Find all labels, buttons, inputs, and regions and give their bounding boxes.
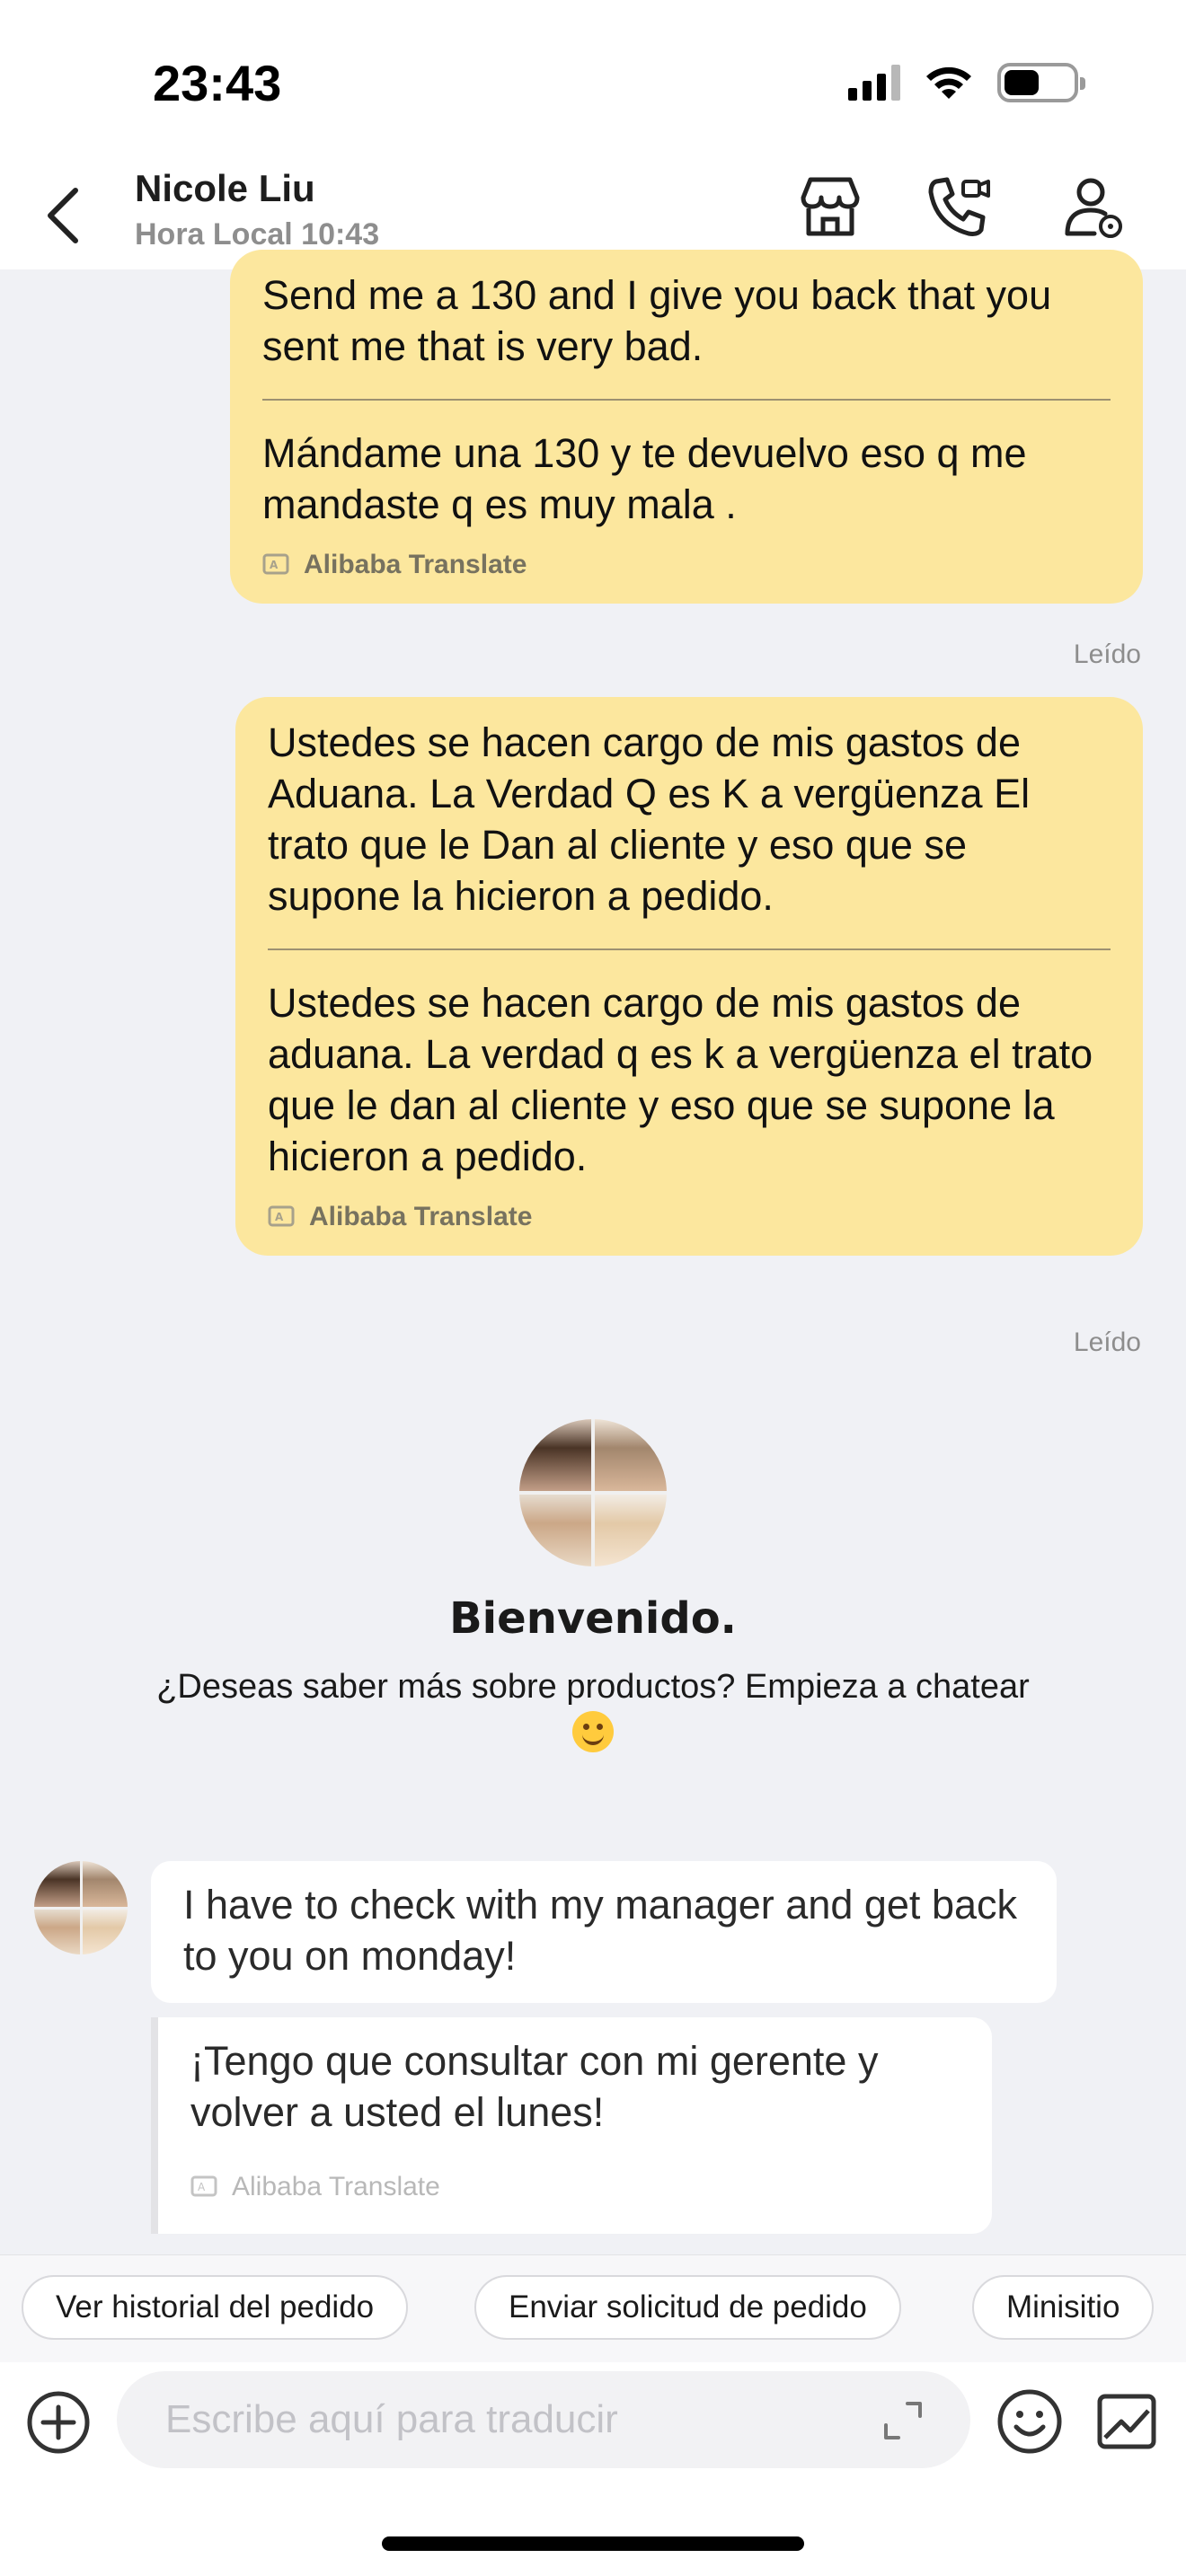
message-input[interactable] (117, 2371, 970, 2468)
wifi-icon (926, 66, 971, 99)
welcome-title: Bienvenido. (449, 1593, 737, 1644)
read-status: Leído (1073, 1328, 1141, 1357)
battery-icon (997, 63, 1085, 102)
view-order-history-button[interactable]: Ver historial del pedido (22, 2275, 409, 2340)
video-call-icon[interactable] (924, 171, 996, 243)
image-icon[interactable] (1094, 2389, 1159, 2454)
emoji-icon[interactable] (996, 2387, 1064, 2456)
message-original: Ustedes se hacen cargo de mis gastos de … (268, 719, 1031, 919)
outgoing-message[interactable]: Ustedes se hacen cargo de mis gastos de … (235, 697, 1143, 1256)
expand-icon[interactable] (881, 2398, 925, 2443)
message-original: Mándame una 130 y te devuelvo eso q me m… (262, 430, 1027, 527)
translate-icon: A (190, 2175, 217, 2196)
status-time: 23:43 (153, 55, 282, 111)
translate-tag: A Alibaba Translate (268, 1202, 1111, 1232)
status-icons (848, 63, 1085, 102)
translation-divider (262, 399, 1111, 401)
outgoing-message[interactable]: Send me a 130 and I give you back that y… (230, 250, 1143, 604)
svg-text:A: A (275, 1211, 284, 1223)
smile-emoji-icon (572, 1710, 614, 1752)
translate-label: Alibaba Translate (309, 1202, 533, 1231)
translate-tag: A Alibaba Translate (262, 550, 1111, 580)
store-icon[interactable] (794, 171, 866, 243)
shop-avatar[interactable] (519, 1419, 667, 1566)
incoming-translation[interactable]: ¡Tengo que consultar con mi gerente y vo… (151, 2017, 992, 2234)
contact-info-icon[interactable] (1058, 171, 1130, 243)
composer-bar (0, 2362, 1186, 2576)
translate-tag: A Alibaba Translate (190, 2161, 960, 2212)
message-translation: Ustedes se hacen cargo de mis gastos de … (268, 980, 1093, 1179)
translate-label: Alibaba Translate (304, 550, 527, 579)
translate-icon: A (268, 1205, 295, 1227)
svg-text:A: A (198, 2181, 206, 2193)
welcome-subtitle: ¿Deseas saber más sobre productos? Empie… (0, 1665, 1186, 1752)
minisite-button[interactable]: Minisitio (972, 2275, 1155, 2340)
send-order-request-button[interactable]: Enviar solicitud de pedido (474, 2275, 901, 2340)
welcome-card: Bienvenido. ¿Deseas saber más sobre prod… (0, 1419, 1186, 1752)
quick-actions: Ver historial del pedido Enviar solicitu… (0, 2254, 1186, 2362)
add-icon[interactable] (25, 2389, 92, 2456)
translate-icon: A (262, 553, 289, 575)
contact-name[interactable]: Nicole Liu (135, 167, 315, 210)
welcome-subtitle-text: ¿Deseas saber más sobre productos? Empie… (156, 1668, 1030, 1706)
read-status: Leído (1073, 640, 1141, 669)
incoming-message[interactable]: I have to check with my manager and get … (151, 1861, 1057, 2003)
contact-local-time: Hora Local 10:43 (135, 217, 380, 251)
back-icon[interactable] (36, 180, 90, 251)
translation-divider (268, 948, 1111, 950)
chat-area[interactable]: Send me a 130 and I give you back that y… (0, 250, 1186, 2254)
svg-text:A: A (270, 559, 279, 571)
translate-label: Alibaba Translate (232, 2172, 440, 2201)
signal-icon (848, 65, 900, 101)
message-translation: Send me a 130 and I give you back that y… (262, 272, 1052, 369)
message-translation: ¡Tengo que consultar con mi gerente y vo… (190, 2038, 879, 2135)
avatar[interactable] (34, 1861, 128, 1954)
home-indicator (382, 2536, 804, 2551)
